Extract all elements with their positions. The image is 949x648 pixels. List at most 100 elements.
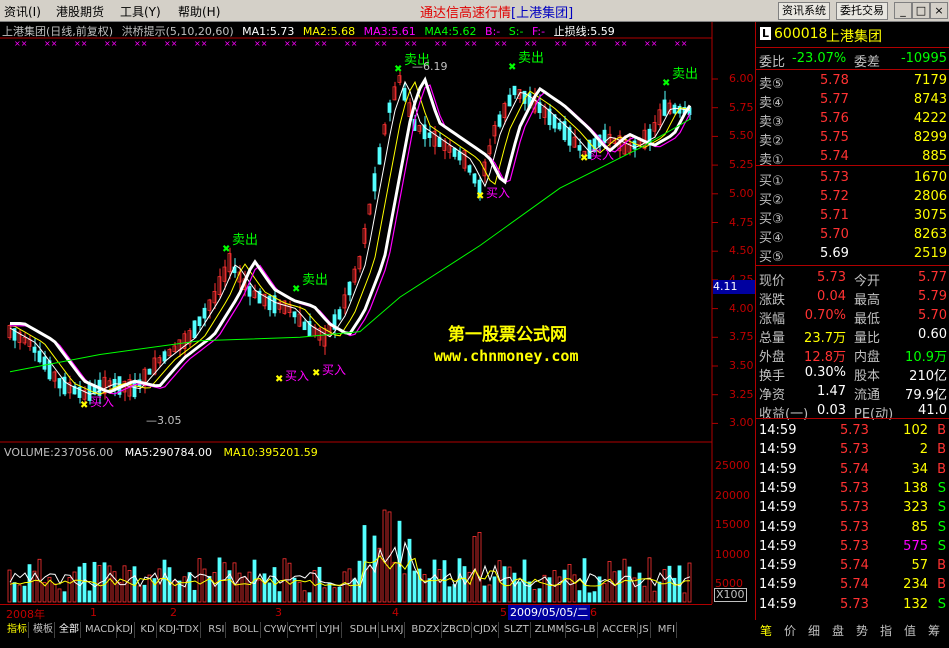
volume-bar [682, 592, 687, 603]
right-tab[interactable]: 价 [784, 622, 796, 639]
indicator-tab[interactable]: SLZT [503, 622, 531, 638]
indicator-tab[interactable]: CJDX [472, 622, 500, 638]
right-tab[interactable]: 势 [856, 622, 868, 639]
volume-ma10-line [9, 555, 691, 587]
indicator-tab[interactable]: SG-LB [564, 622, 598, 638]
indicator-tab[interactable]: BOLL [232, 622, 261, 638]
buy-signal-label: 买入 [322, 363, 346, 377]
price-tick: 4.75 [729, 215, 754, 229]
volume-header: VOLUME:237056.00 MA5:290784.00 MA10:3952… [4, 446, 326, 459]
ask-row[interactable]: 卖⑤ 5.78 7179 [756, 71, 949, 92]
volume-bar [542, 574, 547, 603]
candle-body [457, 151, 462, 161]
menu-hk-futures[interactable]: 港股期货 [56, 3, 104, 20]
volume-bar [652, 590, 657, 603]
buy-signal-mark: ✖ [80, 400, 88, 411]
right-tab[interactable]: 指 [880, 622, 892, 639]
tick-side: S [937, 500, 946, 516]
sell-signal-label: 卖出 [672, 67, 698, 82]
indicator-tab[interactable]: 全部 [58, 622, 81, 638]
indicator-tab[interactable]: KDJ [115, 622, 136, 638]
ask-row[interactable]: 卖① 5.74 885 [756, 147, 949, 168]
bid-row[interactable]: 买④ 5.70 8263 [756, 225, 949, 246]
volume-bar [332, 587, 337, 603]
sell-signal-mark: ✖ [394, 64, 402, 75]
tick-price: 5.73 [840, 500, 869, 516]
trade-button[interactable]: 委托交易 [836, 2, 888, 20]
kline-chart[interactable]: 卖出✖卖出✖卖出✖卖出✖ 卖出✖买入✖买入✖买入✖买入✖买入✖—3.05—6.19… [0, 22, 755, 620]
right-tab[interactable]: 筹 [928, 622, 940, 639]
candle-body [497, 114, 502, 127]
volume-bar [52, 583, 57, 603]
ask-volume: 8299 [913, 130, 947, 145]
tick-volume: 132 [903, 596, 928, 612]
indicator-tab[interactable]: KD [139, 622, 157, 638]
candle-body [192, 320, 197, 339]
weicha-value: -10995 [900, 51, 947, 66]
indicator-tab[interactable]: JS [638, 622, 651, 638]
volume-tick: 15000 [715, 518, 750, 531]
volume-bar [172, 580, 177, 603]
close-button[interactable]: × [930, 2, 948, 19]
ask-row[interactable]: 卖④ 5.77 8743 [756, 90, 949, 111]
indicator-tab[interactable]: 模板 [32, 622, 55, 638]
candle-body [662, 99, 667, 116]
volume-bar [22, 585, 27, 603]
volume-ma5: MA5:290784.00 [124, 446, 212, 459]
volume-bar [537, 588, 542, 603]
right-tab[interactable]: 值 [904, 622, 916, 639]
candle-body [472, 173, 477, 184]
tick-row: 14:59 5.74 34 B [756, 460, 949, 479]
indicator-tab[interactable]: CYHT [287, 622, 317, 638]
candle-body [57, 378, 62, 389]
volume-bar [27, 564, 32, 603]
volume-bar [107, 565, 112, 603]
volume-bar [457, 558, 462, 603]
indicator-tab[interactable]: 指标 [6, 622, 29, 638]
top-marker: ×× [104, 39, 117, 48]
bid-row[interactable]: 买① 5.73 1670 [756, 168, 949, 189]
minimize-button[interactable]: _ [894, 2, 912, 19]
indicator-tab[interactable]: ACCER [601, 622, 639, 638]
sell-signal-label: 卖出 [302, 273, 328, 288]
right-tab[interactable]: 盘 [832, 622, 844, 639]
ask-row[interactable]: 卖② 5.75 8299 [756, 128, 949, 149]
menu-info[interactable]: 资讯(I) [4, 3, 41, 20]
maximize-button[interactable]: □ [912, 2, 930, 19]
indicator-tab[interactable]: MFI [657, 622, 678, 638]
tick-row: 14:59 5.73 132 S [756, 595, 949, 614]
volume-bar [557, 576, 562, 603]
bid-row[interactable]: 买③ 5.71 3075 [756, 206, 949, 227]
indicator-tab[interactable]: LHXJ [380, 622, 406, 638]
tick-time: 14:59 [759, 480, 797, 496]
tick-side: B [937, 577, 946, 593]
indicator-tab[interactable]: KDJ-TDX [158, 622, 201, 638]
menu-help[interactable]: 帮助(H) [178, 3, 220, 20]
right-tab[interactable]: 细 [808, 622, 820, 639]
date-label: 3 [275, 606, 282, 619]
news-system-button[interactable]: 资讯系统 [778, 2, 830, 20]
stat-value: 5.77 [918, 270, 947, 285]
indicator-tab[interactable]: ZBCD [441, 622, 473, 638]
volume-bar [217, 557, 222, 603]
cursor-date: 2009/05/05/二 [508, 605, 591, 620]
indicator-tab[interactable]: CYW [263, 622, 289, 638]
indicator-tab[interactable]: RSI [207, 622, 227, 638]
tick-side: B [937, 423, 946, 438]
volume-bar [12, 582, 17, 603]
bid-price: 5.73 [820, 170, 849, 185]
menu-tools[interactable]: 工具(Y) [120, 3, 161, 20]
ask-row[interactable]: 卖③ 5.76 4222 [756, 109, 949, 130]
indicator-tab[interactable]: LYJH [318, 622, 342, 638]
right-tab[interactable]: 笔 [760, 622, 772, 639]
indicator-tab[interactable]: SDLH [349, 622, 379, 638]
candle-body [162, 351, 167, 362]
trend-line [10, 76, 692, 394]
indicator-tab[interactable]: ZLMM [534, 622, 567, 638]
bid-row[interactable]: 买⑤ 5.69 2519 [756, 244, 949, 265]
bid-row[interactable]: 买② 5.72 2806 [756, 187, 949, 208]
volume-bar [532, 589, 537, 603]
candle-body [197, 316, 202, 327]
indicator-tab[interactable]: BDZX [410, 622, 442, 638]
indicator-tab[interactable]: MACD [84, 622, 117, 638]
